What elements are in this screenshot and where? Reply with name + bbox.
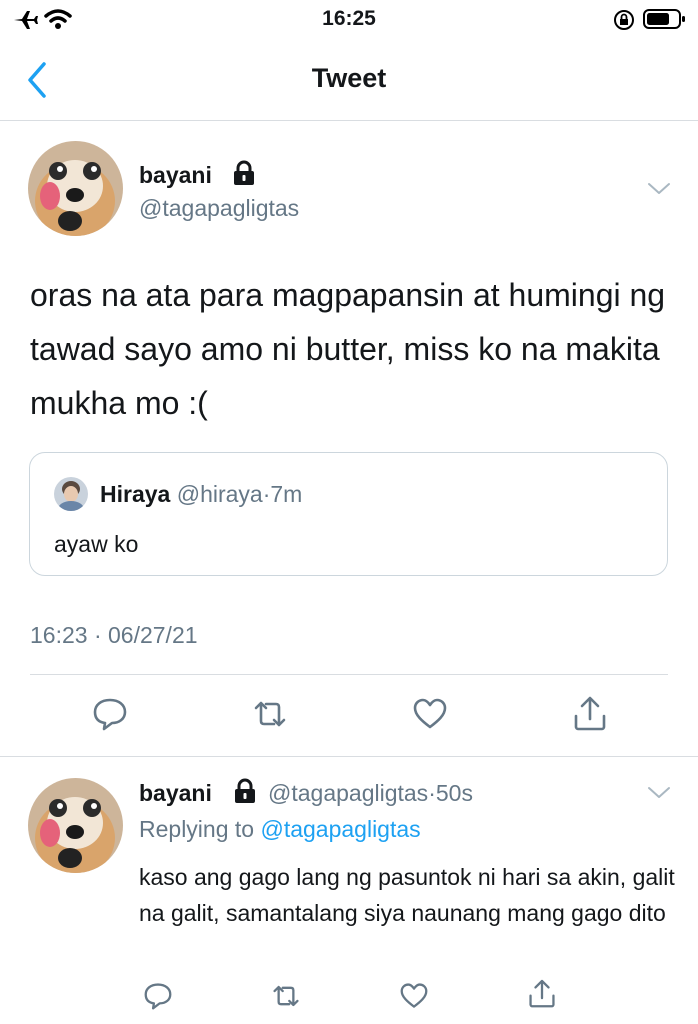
author-name[interactable]: bayani [139, 162, 212, 189]
reply-icon [144, 983, 172, 1010]
chevron-down-icon [648, 183, 670, 194]
quote-text: ayaw ko [54, 531, 139, 557]
reply-author-handle[interactable]: @tagapagligtas [268, 780, 428, 806]
quoted-tweet-card[interactable]: Hiraya @hiraya·7m ayaw ko [29, 452, 668, 576]
share-icon [529, 979, 555, 1008]
reply-author-name[interactable]: bayani [139, 780, 212, 806]
page-title: Tweet [311, 63, 387, 93]
reply-menu-button[interactable] [645, 780, 673, 804]
tweet-menu-button[interactable] [645, 176, 673, 200]
tweet-text: oras na ata para magpapansin at humingi … [30, 277, 666, 421]
reply-button[interactable] [88, 692, 132, 736]
quote-avatar[interactable] [54, 477, 88, 511]
share-button[interactable] [568, 692, 612, 736]
quote-author-name[interactable]: Hiraya [100, 481, 170, 507]
retweet-button[interactable] [248, 692, 292, 736]
reply-text: kaso ang gago lang ng pasuntok ni hari s… [139, 864, 675, 926]
rotation-lock-icon [613, 9, 635, 31]
like-icon [400, 983, 428, 1008]
like-icon [413, 698, 447, 729]
reply-separator: · [428, 780, 436, 806]
retweet-icon [254, 701, 286, 727]
replying-to-link[interactable]: @tagapagligtas [260, 816, 420, 842]
status-time: 16:25 [322, 7, 376, 30]
section-divider [0, 756, 698, 757]
author-handle[interactable]: @tagapagligtas [139, 195, 299, 222]
battery-icon [643, 8, 687, 30]
quote-author-handle[interactable]: @hiraya [177, 481, 263, 507]
divider [30, 674, 668, 675]
like-button[interactable] [408, 692, 452, 736]
reply-reply-button[interactable] [140, 978, 176, 1014]
tweet-timestamp: 16:23 · 06/27/21 [30, 622, 198, 648]
reply-icon [93, 698, 127, 731]
retweet-icon [273, 985, 299, 1007]
reply-retweet-button[interactable] [268, 978, 304, 1014]
reply-time: 50s [435, 780, 473, 806]
chevron-down-icon [648, 787, 670, 798]
reply-avatar[interactable] [28, 778, 123, 873]
avatar[interactable] [28, 141, 123, 236]
reply-share-button[interactable] [524, 976, 560, 1012]
replying-to-label: Replying to [139, 816, 255, 842]
lock-icon [232, 160, 256, 186]
reply-like-button[interactable] [396, 978, 432, 1014]
share-icon [574, 696, 606, 731]
reply-lock-icon [233, 778, 257, 804]
navigation-bar: Tweet [0, 40, 698, 121]
quote-time: 7m [270, 481, 303, 507]
status-bar: 16:25 [0, 0, 698, 40]
